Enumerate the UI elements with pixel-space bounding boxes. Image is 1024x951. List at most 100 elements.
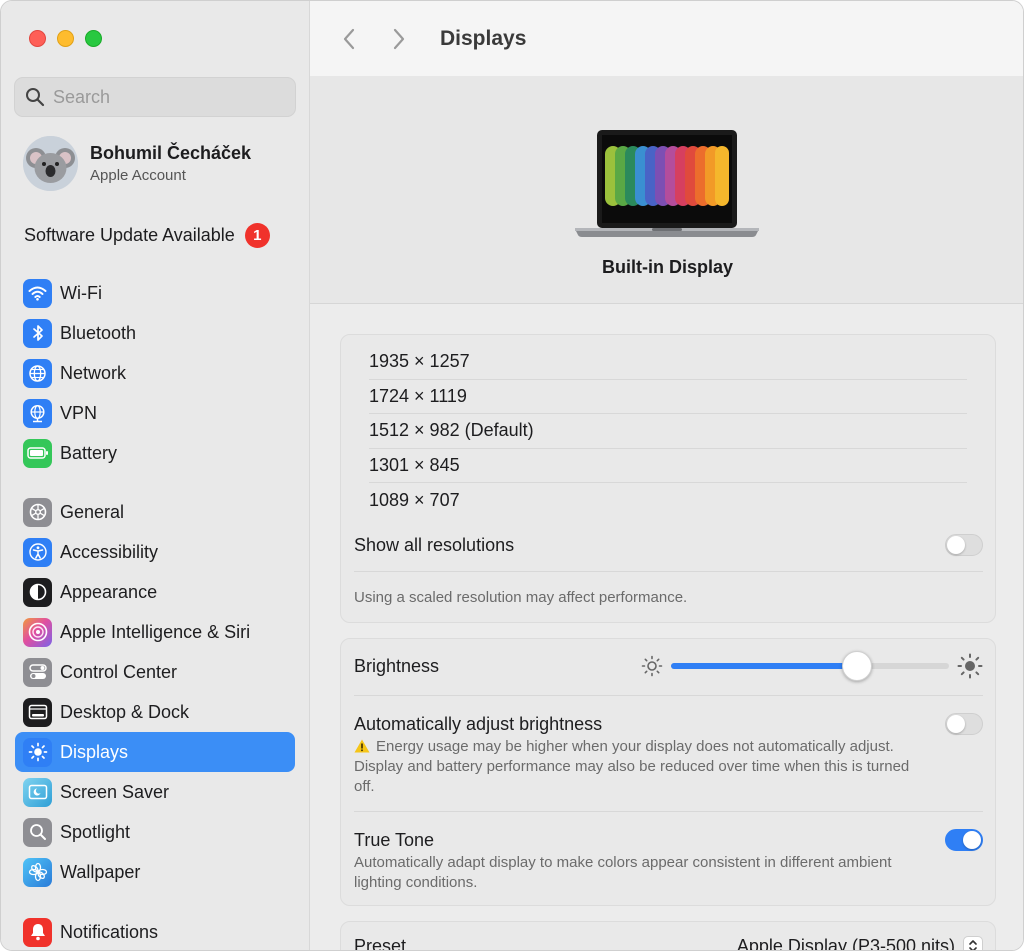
battery-icon	[23, 438, 52, 468]
sidebar-item-wallpaper[interactable]: Wallpaper	[15, 852, 295, 892]
sidebar-item-label: Apple Intelligence & Siri	[60, 621, 251, 642]
auto-brightness-warning: Energy usage may be higher when your dis…	[354, 737, 914, 797]
sidebar-item-desktop-dock[interactable]: Desktop & Dock	[15, 692, 295, 732]
account-subtitle: Apple Account	[90, 166, 186, 184]
appearance-icon	[23, 577, 52, 607]
sidebar: Bohumil Čecháček Apple Account Software …	[1, 1, 310, 950]
brightness-track[interactable]	[671, 651, 949, 681]
back-button[interactable]	[334, 24, 364, 54]
search-input[interactable]	[53, 86, 273, 108]
avatar	[23, 136, 78, 191]
screen-saver-icon	[23, 777, 52, 807]
accessibility-icon	[23, 537, 52, 567]
brightness-card: Brightness Automatically adjust brightne…	[340, 638, 996, 906]
resolution-card: 1935 × 1257 1724 × 1119 1512 × 982 (Defaul…	[340, 334, 996, 623]
search-icon	[26, 88, 45, 107]
sidebar-item-apple-intelligence-siri[interactable]: Apple Intelligence & Siri	[15, 612, 295, 652]
sidebar-item-displays[interactable]: Displays	[15, 732, 295, 772]
chevron-right-icon	[393, 28, 405, 49]
page-title: Displays	[440, 26, 527, 50]
software-update-item[interactable]: Software Update Available 1	[24, 223, 289, 248]
globe-icon	[23, 358, 52, 388]
brightness-label: Brightness	[354, 655, 440, 676]
auto-brightness-toggle[interactable]	[945, 713, 983, 735]
resolution-option[interactable]: 1301 × 845	[369, 449, 967, 483]
macbook-display-icon[interactable]	[572, 128, 762, 243]
sidebar-item-label: Accessibility	[60, 541, 159, 562]
wifi-icon	[23, 278, 52, 308]
gear-icon	[23, 497, 52, 527]
preset-label: Preset	[354, 935, 407, 951]
apple-account[interactable]: Bohumil Čecháček Apple Account	[23, 136, 251, 191]
vpn-globe-icon	[23, 398, 52, 428]
scaled-resolution-note: Using a scaled resolution may affect per…	[354, 589, 688, 606]
resolution-list: 1935 × 1257 1724 × 1119 1512 × 982 (Defaul…	[369, 345, 967, 518]
divider	[354, 695, 983, 696]
sun-icon	[23, 737, 52, 767]
preset-value: Apple Display (P3-500 nits)	[736, 935, 955, 951]
search-field[interactable]	[14, 77, 296, 117]
toolbar: Displays	[310, 1, 1023, 76]
sidebar-group-system: General Accessibility Appearance Apple Inte…	[15, 492, 295, 892]
forward-button[interactable]	[384, 24, 414, 54]
main-pane: Displays Built-in Display 1935 × 1257 17…	[310, 1, 1023, 951]
resolution-option[interactable]: 1089 × 707	[369, 483, 967, 518]
update-count-badge: 1	[244, 223, 270, 248]
sidebar-item-accessibility[interactable]: Accessibility	[15, 532, 295, 572]
settings-window: Bohumil Čecháček Apple Account Software …	[0, 0, 1024, 951]
account-name: Bohumil Čecháček	[90, 142, 252, 163]
sidebar-item-label: Desktop & Dock	[60, 701, 190, 722]
sidebar-item-label: Wallpaper	[60, 861, 141, 882]
sidebar-item-general[interactable]: General	[15, 492, 295, 532]
sidebar-item-label: Bluetooth	[60, 322, 137, 343]
sidebar-group-notifications: Notifications	[15, 912, 295, 950]
sidebar-item-network[interactable]: Network	[15, 353, 295, 393]
sidebar-item-appearance[interactable]: Appearance	[15, 572, 295, 612]
auto-brightness-label: Automatically adjust brightness	[354, 713, 603, 734]
true-tone-description: Automatically adapt display to make colo…	[354, 854, 892, 891]
display-preview: Built-in Display	[310, 76, 1023, 304]
sidebar-item-vpn[interactable]: VPN	[15, 393, 295, 433]
control-center-icon	[23, 657, 52, 687]
sidebar-item-label: Displays	[60, 741, 129, 762]
software-update-label: Software Update Available	[24, 225, 235, 245]
sidebar-item-label: Control Center	[60, 661, 178, 682]
sun-high-icon	[957, 653, 983, 679]
brightness-slider[interactable]	[641, 651, 983, 681]
minimize-button[interactable]	[57, 30, 74, 47]
sidebar-item-bluetooth[interactable]: Bluetooth	[15, 313, 295, 353]
resolution-option[interactable]: 1935 × 1257	[369, 345, 967, 380]
brightness-fill	[671, 663, 858, 669]
warning-icon	[354, 739, 370, 753]
divider	[354, 811, 983, 812]
zoom-button[interactable]	[85, 30, 102, 47]
sidebar-item-label: Spotlight	[60, 821, 131, 842]
sidebar-item-screen-saver[interactable]: Screen Saver	[15, 772, 295, 812]
true-tone-label: True Tone	[354, 829, 435, 850]
sidebar-item-notifications[interactable]: Notifications	[15, 912, 295, 950]
preset-select[interactable]: Apple Display (P3-500 nits)	[736, 935, 983, 951]
window-controls	[29, 30, 102, 47]
sidebar-item-control-center[interactable]: Control Center	[15, 652, 295, 692]
sidebar-item-spotlight[interactable]: Spotlight	[15, 812, 295, 852]
resolution-option[interactable]: 1512 × 982 (Default)	[369, 414, 967, 449]
preset-stepper[interactable]	[963, 936, 983, 950]
sidebar-item-label: Notifications	[60, 921, 159, 942]
bluetooth-icon	[23, 318, 52, 348]
sidebar-item-label: Network	[60, 362, 127, 383]
display-name: Built-in Display	[601, 257, 733, 277]
koala-avatar-icon	[23, 136, 78, 191]
close-button[interactable]	[29, 30, 46, 47]
bell-icon	[23, 917, 52, 947]
sidebar-item-battery[interactable]: Battery	[15, 433, 295, 473]
resolution-option[interactable]: 1724 × 1119	[369, 380, 967, 414]
true-tone-toggle[interactable]	[945, 829, 983, 851]
show-all-resolutions-toggle[interactable]	[945, 534, 983, 556]
sidebar-item-label: Battery	[60, 442, 118, 463]
sidebar-item-label: Appearance	[60, 581, 158, 602]
sun-low-icon	[641, 655, 663, 677]
dock-icon	[23, 697, 52, 727]
brightness-thumb[interactable]	[842, 651, 873, 681]
sidebar-item-label: Screen Saver	[60, 781, 170, 802]
sidebar-item-wi-fi[interactable]: Wi-Fi	[15, 273, 295, 313]
